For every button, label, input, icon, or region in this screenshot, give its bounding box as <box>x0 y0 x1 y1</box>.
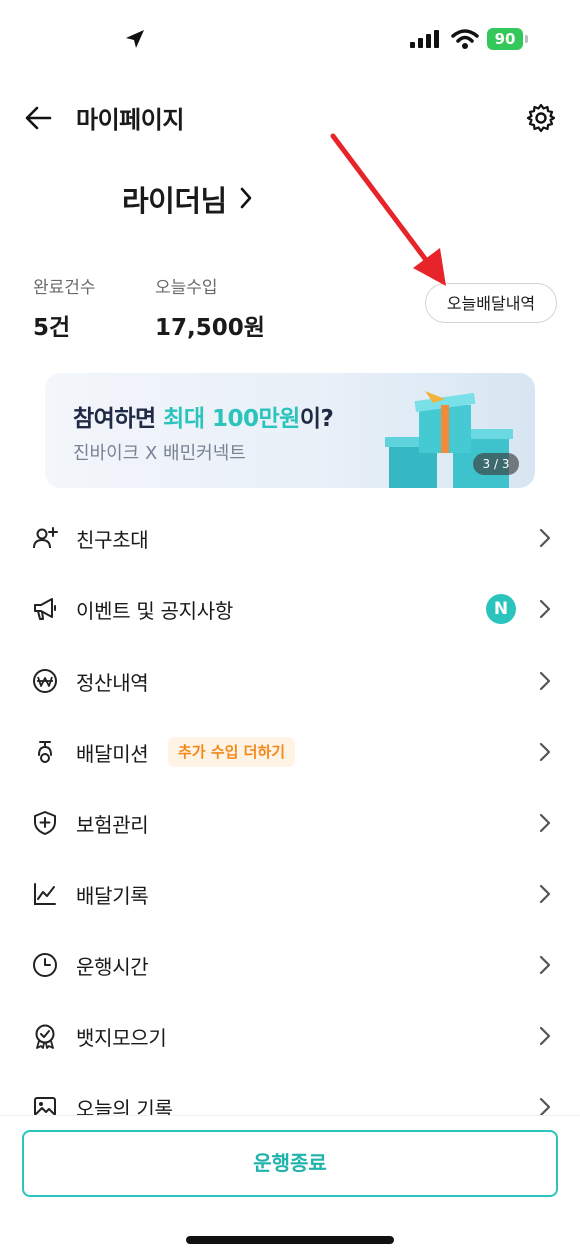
menu-item-label: 뱃지모으기 <box>76 1026 167 1050</box>
completed-count-label: 완료건수 <box>33 278 96 298</box>
shield-plus-icon <box>34 811 56 835</box>
completed-count-value: 5건 <box>33 315 71 341</box>
chevron-right-icon <box>539 884 551 904</box>
person-add-icon <box>33 527 58 549</box>
wifi-icon <box>451 29 479 49</box>
menu-item-label: 배달기록 <box>76 884 149 908</box>
menu-item-insurance[interactable]: 보험관리 <box>0 793 580 853</box>
chevron-right-icon <box>539 955 551 975</box>
home-indicator[interactable] <box>186 1236 394 1244</box>
extra-income-tag: 추가 수입 더하기 <box>168 737 296 767</box>
chevron-right-icon <box>539 671 551 691</box>
promo-banner[interactable]: 참여하면 최대 100만원이? 진바이크 X 배민커넥트 3 / 3 <box>45 373 535 488</box>
menu-item-events-notices[interactable]: 이벤트 및 공지사항 N <box>0 579 580 639</box>
today-income-value: 17,500원 <box>155 315 265 341</box>
chevron-right-icon <box>539 742 551 762</box>
line-chart-icon <box>34 883 56 905</box>
scooter-icon <box>38 741 52 763</box>
menu-item-delivery-record[interactable]: 배달기록 <box>0 864 580 924</box>
annotation-arrow-icon <box>330 133 446 286</box>
new-badge: N <box>486 594 516 624</box>
battery-cap <box>525 35 528 43</box>
today-income-label: 오늘수입 <box>155 278 218 298</box>
menu-item-operating-time[interactable]: 운행시간 <box>0 935 580 995</box>
status-bar: 90 <box>0 0 580 80</box>
banner-title: 참여하면 최대 100만원이? <box>73 406 334 432</box>
menu-item-invite-friends[interactable]: 친구초대 <box>0 508 580 568</box>
profile-name: 라이더님 <box>122 184 227 218</box>
battery-level: 90 <box>487 28 523 50</box>
menu-item-label: 보험관리 <box>76 813 149 837</box>
location-arrow-icon <box>126 30 144 48</box>
page-title: 마이페이지 <box>76 106 184 134</box>
menu-item-label: 운행시간 <box>76 955 149 979</box>
chevron-right-icon <box>539 528 551 548</box>
chevron-right-icon <box>539 1026 551 1046</box>
chevron-right-icon <box>240 187 252 209</box>
menu-item-label: 이벤트 및 공지사항 <box>76 599 233 623</box>
back-arrow-icon[interactable] <box>24 104 52 132</box>
badge-medal-icon <box>35 1024 55 1049</box>
end-operation-button[interactable]: 운행종료 <box>22 1130 558 1197</box>
clock-icon <box>33 953 57 977</box>
chevron-right-icon <box>539 599 551 619</box>
menu-item-collect-badges[interactable]: 뱃지모으기 <box>0 1006 580 1066</box>
menu-item-label: 정산내역 <box>76 671 149 695</box>
banner-page-counter: 3 / 3 <box>473 453 519 475</box>
megaphone-icon <box>34 598 56 620</box>
menu-item-label: 친구초대 <box>76 528 149 552</box>
gear-icon[interactable] <box>526 103 556 133</box>
won-circle-icon <box>33 669 57 693</box>
banner-subtitle: 진바이크 X 배민커넥트 <box>73 443 246 464</box>
menu-item-delivery-mission[interactable]: 배달미션 추가 수입 더하기 <box>0 722 580 782</box>
cellular-signal-icon <box>410 30 439 48</box>
chevron-right-icon <box>539 813 551 833</box>
menu-item-label: 배달미션 <box>76 742 149 766</box>
menu-item-settlement-history[interactable]: 정산내역 <box>0 651 580 711</box>
